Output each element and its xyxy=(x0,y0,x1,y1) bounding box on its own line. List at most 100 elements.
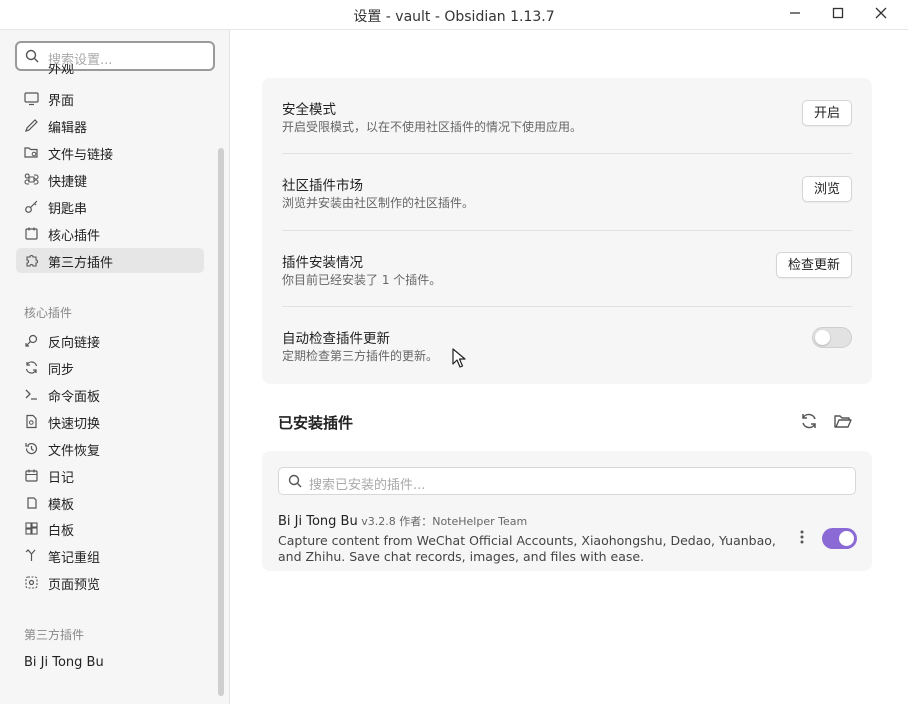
sidebar-item-label: 文件恢复 xyxy=(48,444,101,459)
more-options-button[interactable] xyxy=(798,529,806,547)
calendar-icon xyxy=(25,469,38,482)
sidebar-item-label: 反向链接 xyxy=(48,336,101,351)
terminal-icon xyxy=(25,389,37,400)
backlink-icon xyxy=(25,334,38,347)
setting-safe-mode: 安全模式 开启受限模式，以在不使用社区插件的情况下使用应用。 xyxy=(282,98,852,138)
sidebar-item-label: 笔记重组 xyxy=(48,551,101,566)
title-bar: 设置 - vault - Obsidian 1.13.7 xyxy=(0,0,908,30)
sidebar-item-files-links[interactable]: 文件与链接 xyxy=(16,140,204,165)
folder-open-icon[interactable] xyxy=(833,411,853,431)
monitor-icon xyxy=(24,92,39,106)
settings-main: 安全模式 开启受限模式，以在不使用社区插件的情况下使用应用。 开启 社区插件市场… xyxy=(230,30,908,704)
settings-sidebar: 搜索设置... 外观 界面 编辑器 文件与链接 快捷键 钥匙串 核心插件 第三方… xyxy=(0,30,230,704)
browse-button[interactable]: 浏览 xyxy=(802,176,852,202)
sidebar-item-interface[interactable]: 界面 xyxy=(16,86,204,111)
installed-plugins-title: 已安装插件 xyxy=(278,414,354,432)
canvas-icon xyxy=(25,522,38,535)
sidebar-item-file-recovery[interactable]: 文件恢复 xyxy=(16,436,204,461)
sidebar-item-label: 文件与链接 xyxy=(48,148,114,163)
sidebar-item-label: 模板 xyxy=(48,498,75,513)
check-updates-button[interactable]: 检查更新 xyxy=(776,252,852,278)
file-search-icon xyxy=(26,414,37,429)
sidebar-item-label: 钥匙串 xyxy=(48,202,88,217)
window-title: 设置 - vault - Obsidian 1.13.7 xyxy=(353,9,555,25)
plugin-description: Capture content from WeChat Official Acc… xyxy=(278,533,776,564)
sidebar-item-appearance[interactable]: 外观 xyxy=(16,64,204,78)
sidebar-item-label: 快捷键 xyxy=(48,175,88,190)
plugin-version-author: v3.2.8 作者：NoteHelper Team xyxy=(357,515,528,528)
sidebar-item-daily-notes[interactable]: 日记 xyxy=(16,463,204,488)
toggle-knob xyxy=(839,531,854,546)
auto-check-updates-toggle[interactable] xyxy=(812,327,852,348)
key-icon xyxy=(25,200,38,213)
folder-cog-icon xyxy=(24,147,38,158)
sidebar-item-quick-switcher[interactable]: 快速切换 xyxy=(16,409,204,434)
mouse-cursor-icon xyxy=(452,348,466,368)
enable-safe-mode-button[interactable]: 开启 xyxy=(802,100,852,126)
sidebar-item-core-plugins[interactable]: 核心插件 xyxy=(16,221,204,246)
close-icon xyxy=(875,7,887,19)
sidebar-item-label: 快速切换 xyxy=(48,417,101,432)
sidebar-item-label: 同步 xyxy=(48,363,75,378)
sidebar-item-editor[interactable]: 编辑器 xyxy=(16,113,204,138)
sidebar-item-backlinks[interactable]: 反向链接 xyxy=(16,328,204,353)
sidebar-item-page-preview[interactable]: 页面预览 xyxy=(16,570,204,595)
sidebar-item-hotkeys[interactable]: 快捷键 xyxy=(16,167,204,192)
command-icon xyxy=(24,173,39,185)
minimize-icon xyxy=(790,12,800,14)
sidebar-item-label: 编辑器 xyxy=(48,121,88,136)
merge-icon xyxy=(25,549,36,561)
setting-name: 安全模式 xyxy=(282,102,336,118)
plugin-enable-toggle[interactable] xyxy=(822,528,857,549)
sidebar-item-label: 页面预览 xyxy=(48,578,101,593)
sidebar-item-label: 第三方插件 xyxy=(48,256,114,271)
setting-desc: 浏览并安装由社区制作的社区插件。 xyxy=(282,196,475,210)
plugin-item: Bi Ji Tong Bu v3.2.8 作者：NoteHelper Team xyxy=(278,513,527,529)
community-plugins-heading: 第三方插件 xyxy=(24,628,85,642)
sidebar-item-plugin-bijitongbu[interactable]: Bi Ji Tong Bu xyxy=(24,655,104,670)
setting-community-market: 社区插件市场 浏览并安装由社区制作的社区插件。 xyxy=(282,174,852,214)
setting-name: 插件安装情况 xyxy=(282,255,363,271)
sidebar-scrollbar[interactable] xyxy=(218,148,224,696)
installed-plugins-search-input[interactable]: 搜索已安装的插件... xyxy=(278,467,856,495)
pen-icon xyxy=(25,119,38,132)
divider xyxy=(282,306,852,307)
sidebar-item-keychain[interactable]: 钥匙串 xyxy=(16,194,204,219)
refresh-icon[interactable] xyxy=(799,411,819,431)
preview-icon xyxy=(25,576,38,589)
toggle-knob xyxy=(815,330,830,345)
sidebar-item-label: 日记 xyxy=(48,471,75,486)
sidebar-item-community-plugins[interactable]: 第三方插件 xyxy=(16,248,204,273)
setting-name: 社区插件市场 xyxy=(282,178,363,194)
sidebar-item-sync[interactable]: 同步 xyxy=(16,355,204,380)
history-icon xyxy=(25,442,38,455)
sidebar-item-label: 白板 xyxy=(48,524,75,539)
divider xyxy=(282,153,852,154)
setting-desc: 开启受限模式，以在不使用社区插件的情况下使用应用。 xyxy=(282,120,583,134)
setting-desc: 你目前已经安装了 1 个插件。 xyxy=(282,273,442,287)
sidebar-item-label: 核心插件 xyxy=(48,229,101,244)
sidebar-item-command-palette[interactable]: 命令面板 xyxy=(16,382,204,407)
search-icon xyxy=(25,49,39,63)
more-vertical-icon xyxy=(800,530,804,544)
template-icon xyxy=(27,497,37,509)
puzzle-icon xyxy=(26,255,38,267)
calendar-icon xyxy=(25,227,38,240)
sidebar-item-label: 命令面板 xyxy=(48,390,101,405)
setting-auto-check-updates: 自动检查插件更新 定期检查第三方插件的更新。 xyxy=(282,327,852,367)
setting-name: 自动检查插件更新 xyxy=(282,331,390,347)
search-placeholder: 搜索已安装的插件... xyxy=(309,478,426,493)
minimize-button[interactable] xyxy=(783,4,807,24)
maximize-button[interactable] xyxy=(826,4,850,24)
sidebar-item-label: 外观 xyxy=(48,64,75,77)
setting-desc: 定期检查第三方插件的更新。 xyxy=(282,349,439,363)
sidebar-item-canvas[interactable]: 白板 xyxy=(16,516,204,541)
sync-icon xyxy=(25,361,38,374)
sidebar-item-note-composer[interactable]: 笔记重组 xyxy=(16,543,204,568)
plugin-settings-card: 安全模式 开启受限模式，以在不使用社区插件的情况下使用应用。 开启 社区插件市场… xyxy=(262,78,872,384)
close-button[interactable] xyxy=(869,4,893,24)
maximize-icon xyxy=(832,7,844,19)
installed-plugins-card: 搜索已安装的插件... Bi Ji Tong Bu v3.2.8 作者：Note… xyxy=(262,451,872,571)
sidebar-item-templates[interactable]: 模板 xyxy=(16,490,204,515)
plugin-name: Bi Ji Tong Bu xyxy=(278,514,358,529)
